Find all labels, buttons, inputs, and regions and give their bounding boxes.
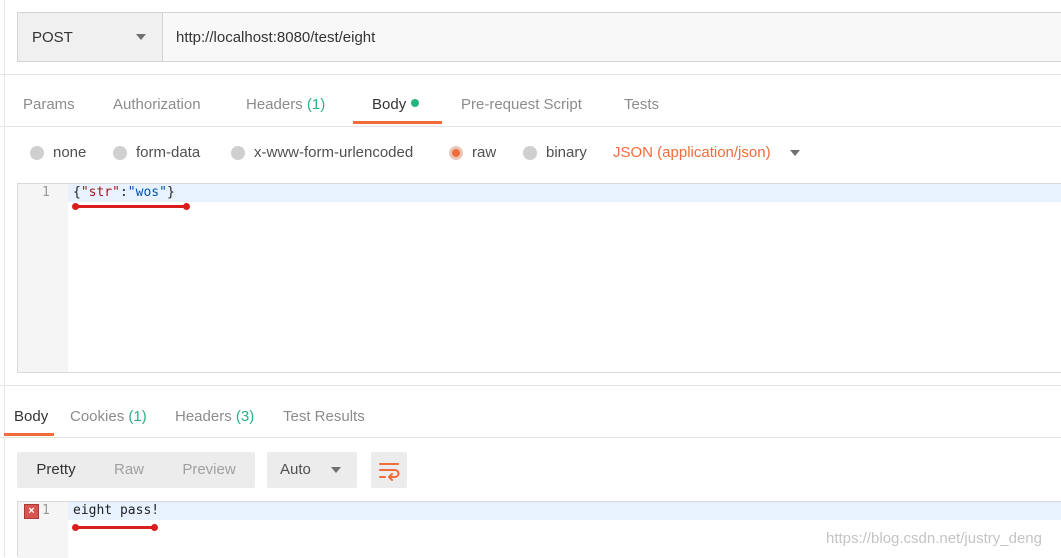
response-tab-headers[interactable]: Headers (3) bbox=[175, 408, 254, 425]
view-mode-group: Pretty Raw Preview bbox=[17, 452, 255, 488]
radio-label: x-www-form-urlencoded bbox=[254, 144, 414, 161]
brace-open: { bbox=[73, 185, 81, 200]
tab-params[interactable]: Params bbox=[23, 96, 75, 113]
format-label: Auto bbox=[280, 461, 311, 478]
active-tab-indicator bbox=[4, 433, 54, 436]
method-label: POST bbox=[32, 29, 73, 46]
divider bbox=[0, 437, 1061, 438]
tab-headers-label: Headers bbox=[246, 96, 303, 113]
tab-headers-count: (3) bbox=[235, 408, 255, 425]
active-tab-indicator bbox=[353, 121, 442, 124]
chevron-down-icon bbox=[136, 34, 146, 40]
radio-icon bbox=[30, 145, 44, 160]
tab-prerequest-script[interactable]: Pre-request Script bbox=[461, 96, 582, 113]
json-key: "str" bbox=[80, 185, 120, 200]
chevron-down-icon[interactable] bbox=[790, 150, 800, 156]
raw-button[interactable]: Raw bbox=[95, 452, 163, 488]
divider bbox=[0, 74, 1061, 75]
response-tab-body[interactable]: Body bbox=[14, 408, 48, 425]
radio-binary[interactable]: binary bbox=[523, 144, 587, 161]
radio-label: binary bbox=[546, 144, 587, 161]
tab-cookies-label: Cookies bbox=[70, 408, 125, 425]
radio-raw[interactable]: raw bbox=[449, 144, 496, 161]
radio-urlencoded[interactable]: x-www-form-urlencoded bbox=[231, 144, 413, 161]
divider bbox=[0, 126, 1061, 127]
left-border bbox=[4, 0, 5, 557]
brace-close: } bbox=[166, 185, 175, 200]
preview-button[interactable]: Preview bbox=[163, 452, 255, 488]
response-body-viewer[interactable]: × 1 eight pass! bbox=[17, 501, 1061, 558]
error-icon: × bbox=[24, 504, 39, 519]
tab-cookies-count: (1) bbox=[128, 408, 147, 425]
editor-gutter bbox=[18, 184, 68, 372]
response-text: eight pass! bbox=[73, 503, 160, 518]
active-line-highlight bbox=[68, 184, 1061, 202]
pretty-button[interactable]: Pretty bbox=[17, 452, 95, 488]
radio-none[interactable]: none bbox=[30, 144, 86, 161]
tab-headers-label: Headers bbox=[175, 408, 232, 425]
tab-tests[interactable]: Tests bbox=[624, 96, 659, 113]
radio-icon bbox=[113, 145, 127, 160]
colon: : bbox=[119, 185, 128, 200]
method-select[interactable]: POST bbox=[18, 13, 163, 61]
wrap-lines-button[interactable] bbox=[371, 452, 407, 488]
line-number: 1 bbox=[42, 503, 50, 518]
response-tab-cookies[interactable]: Cookies (1) bbox=[70, 408, 147, 425]
radio-label: raw bbox=[472, 144, 497, 161]
code-line: {"str":"wos"} bbox=[73, 185, 175, 200]
tab-body[interactable]: Body bbox=[372, 96, 420, 113]
chevron-down-icon bbox=[331, 467, 341, 473]
json-value: "wos" bbox=[127, 185, 167, 200]
content-type-select[interactable]: JSON (application/json) bbox=[613, 144, 771, 161]
tab-headers[interactable]: Headers (1) bbox=[246, 96, 325, 113]
radio-icon bbox=[231, 145, 245, 160]
wrap-icon bbox=[379, 463, 400, 481]
annotation-underline bbox=[72, 524, 158, 531]
line-number: 1 bbox=[42, 185, 50, 200]
tab-body-label: Body bbox=[372, 96, 407, 113]
format-select[interactable]: Auto bbox=[267, 452, 357, 488]
radio-form-data[interactable]: form-data bbox=[113, 144, 200, 161]
tab-authorization[interactable]: Authorization bbox=[113, 96, 201, 113]
radio-icon bbox=[523, 145, 537, 160]
url-input[interactable] bbox=[163, 13, 1061, 61]
tab-headers-count: (1) bbox=[306, 96, 326, 113]
active-line-highlight bbox=[68, 502, 1061, 520]
radio-label: form-data bbox=[136, 144, 201, 161]
request-body-editor[interactable]: 1 {"str":"wos"} bbox=[17, 183, 1061, 373]
radio-label: none bbox=[53, 144, 87, 161]
watermark: https://blog.csdn.net/justry_deng bbox=[826, 530, 1042, 547]
radio-selected-icon bbox=[449, 145, 463, 160]
url-bar: POST bbox=[17, 12, 1061, 62]
annotation-underline bbox=[72, 203, 190, 210]
status-dot bbox=[411, 99, 420, 107]
divider bbox=[0, 385, 1061, 386]
response-tab-test-results[interactable]: Test Results bbox=[283, 408, 365, 425]
